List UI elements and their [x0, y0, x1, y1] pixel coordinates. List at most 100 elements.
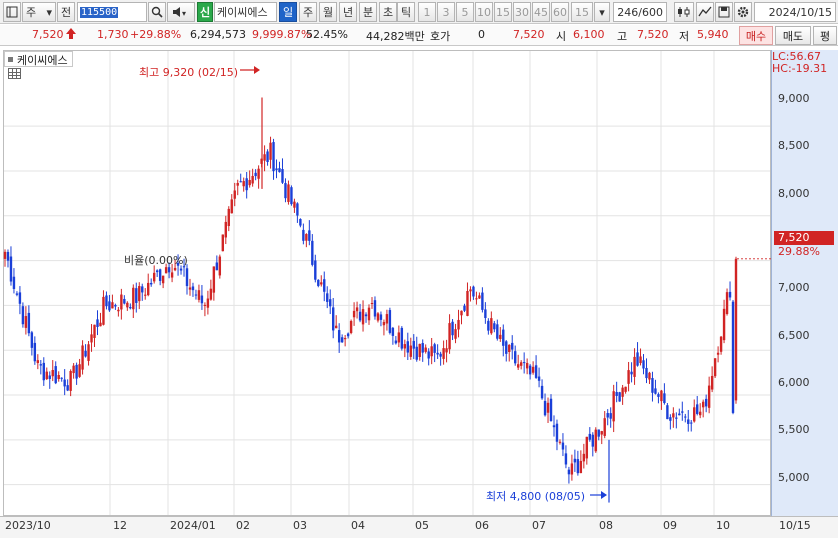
minute-1[interactable]: 1 [418, 2, 436, 22]
candle-body [75, 364, 78, 379]
y-tick-label: 8,500 [778, 139, 810, 152]
tab-minute[interactable]: 분 [359, 2, 377, 22]
candle-body [454, 329, 457, 339]
candle-body [212, 266, 216, 293]
candle-body [54, 366, 57, 384]
candle-body [382, 321, 386, 326]
minute-custom-field[interactable]: 15 [571, 2, 593, 22]
chart-legend[interactable]: 케이씨에스 [4, 51, 73, 67]
candle-body [245, 178, 248, 191]
candle-body [251, 175, 254, 184]
candle-body [114, 304, 117, 307]
tab-week[interactable]: 주 [299, 2, 317, 22]
candle-body [484, 309, 487, 318]
candle-body [549, 398, 553, 422]
candle-body [728, 291, 732, 298]
speaker-icon[interactable]: ▾ [167, 2, 195, 22]
minute-5-label: 5 [461, 5, 469, 19]
y-tick-label: 6,000 [778, 376, 810, 389]
settings-gear-icon[interactable] [734, 2, 752, 22]
count-total: /600 [638, 5, 663, 19]
candle-body [516, 364, 520, 368]
panel-icon[interactable] [3, 2, 21, 22]
candle-body [72, 365, 75, 374]
lowest-price-annotation: 최저 4,800 (08/05) [486, 490, 586, 503]
type-select[interactable]: 주 ▾ [22, 2, 56, 22]
candle-body [639, 356, 642, 364]
candle-body [233, 190, 236, 199]
candle-body [358, 311, 362, 321]
candle-body [197, 290, 201, 300]
market-label: 전 [60, 6, 72, 19]
candle-body [481, 292, 484, 310]
candle-body [406, 341, 409, 353]
candle-body [111, 302, 114, 309]
candle-body [337, 330, 341, 343]
eval-button[interactable]: 평 [813, 26, 837, 45]
candle-body [710, 375, 714, 390]
candle-body [48, 375, 51, 379]
save-icon[interactable] [715, 2, 733, 22]
table-grid-icon[interactable] [8, 68, 21, 79]
candle-body [24, 316, 28, 328]
stock-code-input[interactable]: 115500 [77, 2, 147, 22]
candle-body [117, 309, 120, 312]
candle-icon[interactable] [674, 2, 694, 22]
quote-bar: 7,520 1,730 +29.88% 6,294,573 9,999.87% … [0, 25, 838, 46]
chevron-down-icon[interactable]: ▾ [594, 2, 610, 22]
candle-body [719, 336, 723, 352]
candle-body [361, 309, 365, 325]
minute-10[interactable]: 10 [475, 2, 493, 22]
candle-body [9, 256, 13, 282]
candle-body [725, 292, 729, 315]
candle-body [376, 313, 380, 321]
stock-name: 케이씨에스 [217, 6, 268, 19]
candle-body [141, 286, 144, 293]
minute-5[interactable]: 5 [456, 2, 474, 22]
candle-body [81, 345, 84, 370]
candle-body [84, 350, 87, 357]
tab-tick[interactable]: 틱 [397, 2, 415, 22]
date-field[interactable]: 2024/10/15 [754, 2, 836, 22]
candle-body [648, 372, 651, 380]
draw-line-icon[interactable] [696, 2, 714, 22]
tab-week-label: 주 [302, 6, 314, 19]
tab-second[interactable]: 초 [379, 2, 397, 22]
minute-30[interactable]: 30 [513, 2, 531, 22]
candle-body [170, 272, 174, 278]
sell-button[interactable]: 매도 [775, 26, 811, 45]
candle-body [269, 142, 272, 160]
candle-body [203, 304, 207, 306]
candle-body [633, 356, 636, 377]
date-value: 2024/10/15 [768, 5, 832, 19]
price-chart[interactable]: 케이씨에스 LC:56.67 HC:-19.31 9,000 8,500 8,0… [0, 46, 838, 538]
candle-body [466, 290, 469, 316]
candle-body [373, 300, 377, 317]
tab-year[interactable]: 년 [339, 2, 357, 22]
search-icon[interactable] [148, 2, 166, 22]
minute-60[interactable]: 60 [551, 2, 569, 22]
candle-body [215, 262, 219, 271]
candle-body [391, 327, 395, 336]
candle-body [379, 314, 383, 320]
stock-name-field[interactable]: 케이씨에스 [214, 2, 277, 22]
candle-body [421, 343, 424, 353]
minute-3[interactable]: 3 [437, 2, 455, 22]
candle-body [278, 168, 281, 173]
buy-button[interactable]: 매수 [739, 26, 773, 45]
candle-body [609, 413, 612, 419]
minute-45[interactable]: 45 [532, 2, 550, 22]
market-button[interactable]: 전 [57, 2, 75, 22]
count-value: 246 [617, 5, 639, 19]
tab-day[interactable]: 일 [279, 2, 297, 22]
x-tick-label: 2024/01 [170, 519, 216, 532]
tab-month[interactable]: 월 [319, 2, 337, 22]
candle-body [334, 325, 338, 329]
candle-body [66, 385, 69, 391]
candle-body [415, 346, 418, 360]
type-select-label: 주 [26, 6, 37, 19]
count-field[interactable]: 246/600 [613, 2, 667, 22]
candle-body [591, 434, 594, 447]
minute-15[interactable]: 15 [494, 2, 512, 22]
candle-body [487, 320, 490, 331]
